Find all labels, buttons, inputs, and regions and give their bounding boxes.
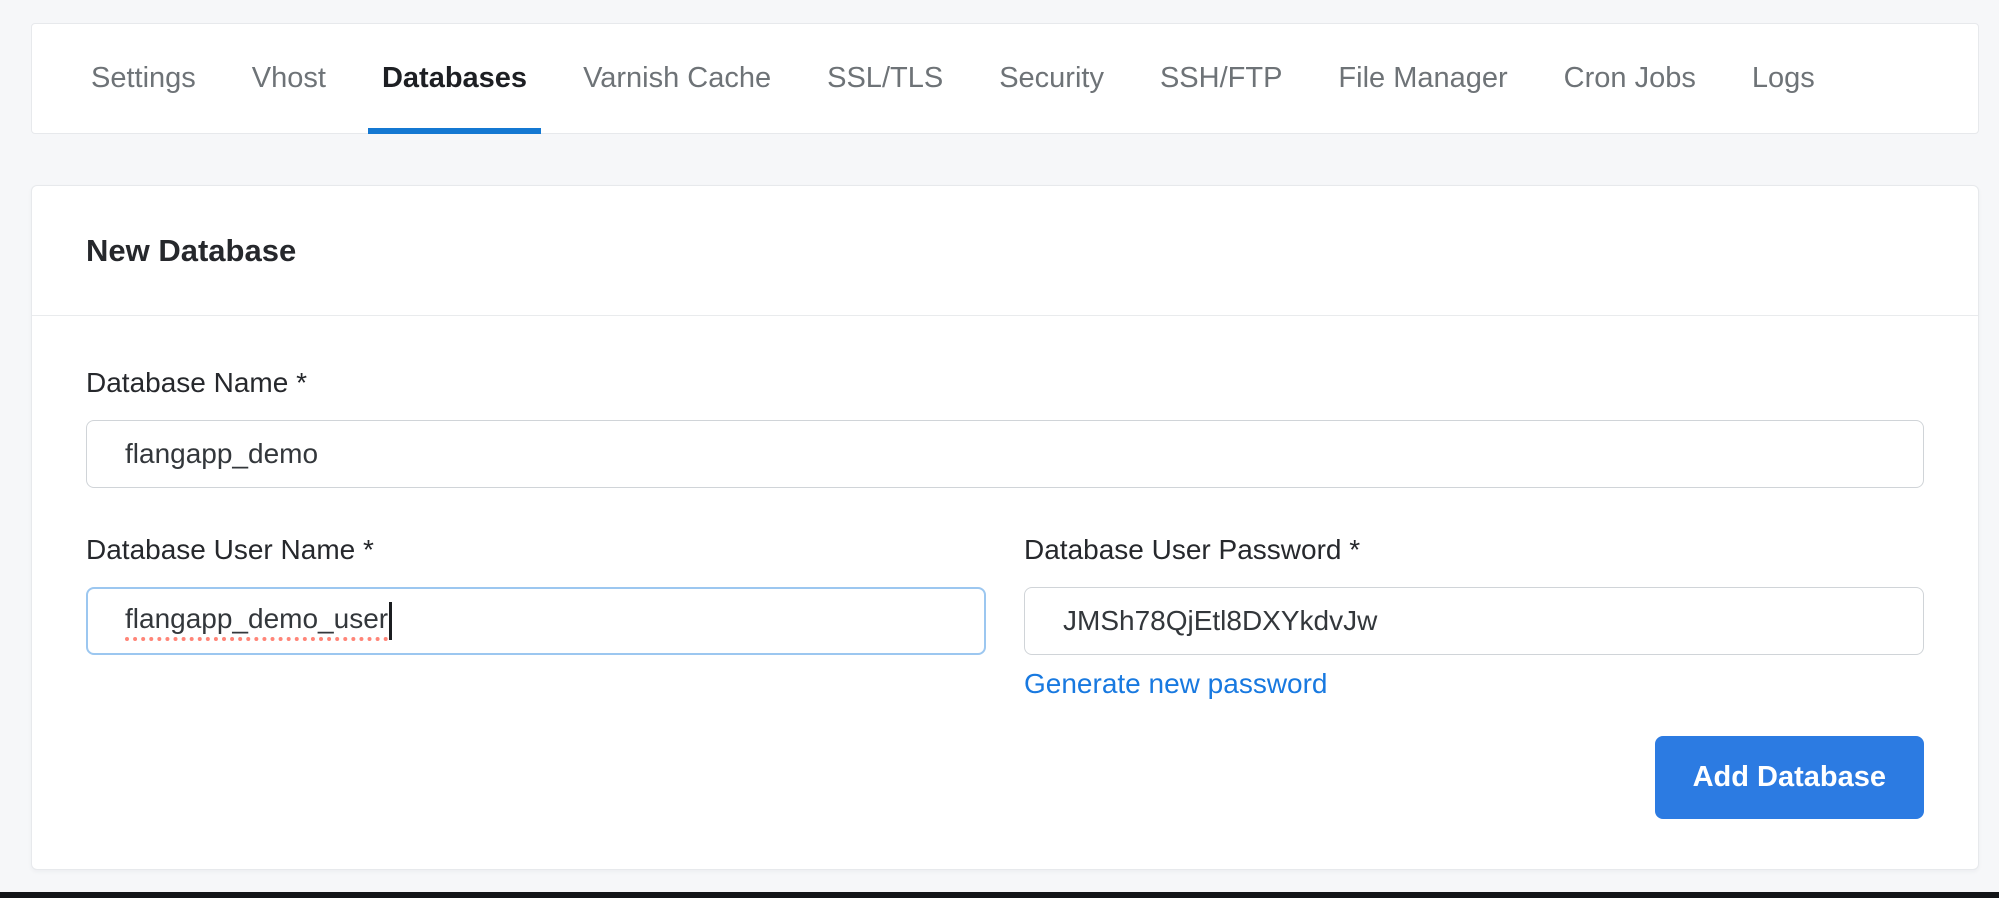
tab-ssl-tls[interactable]: SSL/TLS bbox=[813, 24, 957, 133]
database-user-name-value: flangapp_demo_user bbox=[125, 602, 389, 641]
database-user-name-input[interactable]: flangapp_demo_user bbox=[86, 587, 986, 655]
text-caret bbox=[389, 602, 393, 640]
tab-ssh-ftp[interactable]: SSH/FTP bbox=[1146, 24, 1296, 133]
database-user-name-label: Database User Name * bbox=[86, 534, 374, 565]
database-name-field-group: Database Name * bbox=[86, 366, 1924, 488]
card-body: Database Name * Database User Name * fla… bbox=[32, 316, 1978, 873]
database-user-password-field-group: Database User Password * Generate new pa… bbox=[1024, 533, 1924, 700]
tab-security[interactable]: Security bbox=[985, 24, 1118, 133]
tab-databases[interactable]: Databases bbox=[367, 24, 542, 134]
tab-vhost[interactable]: Vhost bbox=[238, 24, 340, 133]
database-name-label: Database Name * bbox=[86, 367, 308, 398]
card-title: New Database bbox=[86, 232, 297, 268]
generate-password-link[interactable]: Generate new password bbox=[1024, 668, 1328, 700]
button-row: Add Database bbox=[86, 736, 1924, 819]
database-user-password-input[interactable] bbox=[1024, 587, 1924, 655]
tab-logs[interactable]: Logs bbox=[1738, 24, 1829, 133]
database-user-password-label: Database User Password * bbox=[1024, 534, 1361, 565]
tab-settings[interactable]: Settings bbox=[77, 24, 210, 133]
database-user-name-field-group: Database User Name * flangapp_demo_user bbox=[86, 533, 986, 655]
tab-cron-jobs[interactable]: Cron Jobs bbox=[1550, 24, 1710, 133]
new-database-card: New Database Database Name * Database Us… bbox=[31, 185, 1979, 870]
add-database-button[interactable]: Add Database bbox=[1654, 736, 1924, 819]
tab-file-manager[interactable]: File Manager bbox=[1324, 24, 1521, 133]
database-name-input[interactable] bbox=[86, 420, 1924, 488]
window-bottom-edge bbox=[0, 892, 1999, 898]
card-header: New Database bbox=[32, 186, 1978, 316]
credentials-row: Database User Name * flangapp_demo_user … bbox=[86, 533, 1924, 700]
tab-varnish-cache[interactable]: Varnish Cache bbox=[569, 24, 785, 133]
tab-bar: Settings Vhost Databases Varnish Cache S… bbox=[31, 23, 1979, 134]
